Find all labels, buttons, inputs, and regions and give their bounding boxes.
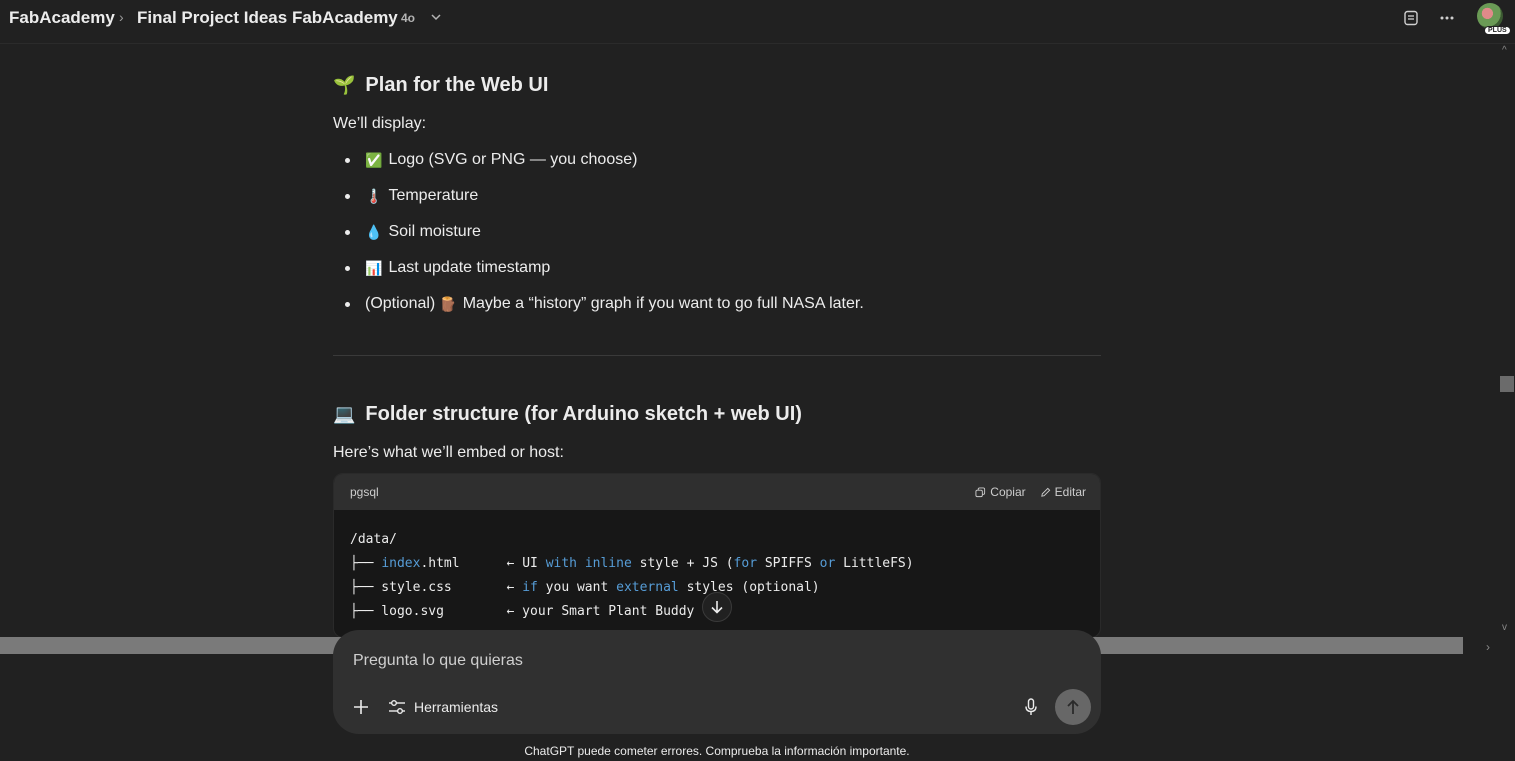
microphone-icon [1025, 698, 1037, 715]
header-divider [0, 43, 1515, 44]
breadcrumb-root[interactable]: FabAcademy [9, 8, 115, 28]
vertical-scrollbar-thumb[interactable] [1500, 376, 1514, 392]
section-heading-text: Folder structure (for Arduino sketch + w… [365, 403, 802, 425]
section-heading-text: Plan for the Web UI [365, 74, 549, 96]
microphone-button[interactable] [1020, 696, 1042, 718]
seedling-icon: 🌱 [333, 75, 356, 95]
more-icon[interactable] [1438, 9, 1456, 27]
plan-badge: PLUS [1484, 26, 1511, 35]
section-intro: Here’s what we’ll embed or host: [333, 444, 564, 461]
scroll-up-icon[interactable]: ^ [1502, 45, 1507, 56]
tools-button[interactable]: Herramientas [388, 696, 498, 718]
code-line: /data/ [350, 532, 397, 547]
arrow-up-icon [1067, 699, 1079, 714]
code-header: pgsql Copiar Editar [334, 474, 1100, 510]
pencil-icon [1040, 487, 1050, 497]
list-item: 📊 Last update timestamp [333, 250, 864, 286]
list-item-text: Logo (SVG or PNG — you choose) [388, 151, 638, 168]
project-title[interactable]: Final Project Ideas FabAcademy [137, 8, 398, 28]
list-item: ✅ Logo (SVG or PNG — you choose) [333, 142, 864, 178]
log-icon: 🪵 [439, 295, 457, 312]
chevron-down-icon[interactable] [430, 10, 442, 28]
prompt-input[interactable] [353, 652, 1053, 670]
droplet-icon: 💧 [365, 223, 383, 240]
section-divider [333, 355, 1101, 356]
code-highlight: for [733, 556, 758, 571]
scroll-to-bottom-button[interactable] [702, 592, 732, 622]
tools-label: Herramientas [414, 699, 499, 715]
add-attachment-button[interactable] [350, 696, 372, 718]
model-badge[interactable]: 4o [401, 11, 415, 25]
list-item: 💧 Soil moisture [333, 214, 864, 250]
code-line: ├── index.html ← UI with inline style + … [350, 556, 914, 571]
edit-button[interactable]: Editar [1040, 485, 1086, 499]
disclaimer: ChatGPT puede cometer errores. Comprueba… [524, 744, 910, 758]
composer: Herramientas [333, 630, 1101, 734]
laptop-icon: 💻 [333, 404, 356, 424]
scroll-right-icon[interactable]: › [1486, 640, 1490, 654]
section-heading-folder: 💻 Folder structure (for Arduino sketch +… [333, 403, 802, 426]
list-item-text: Temperature [388, 187, 479, 204]
sliders-icon [389, 700, 405, 714]
copy-label: Copiar [990, 485, 1026, 499]
code-highlight: with [545, 556, 577, 571]
checkmark-icon: ✅ [365, 151, 383, 168]
code-highlight: index [381, 556, 421, 571]
list-item-text: Maybe a “history” graph if you want to g… [462, 295, 864, 312]
copy-button[interactable]: Copiar [975, 485, 1026, 499]
code-highlight: external [616, 580, 679, 595]
code-highlight: inline [584, 556, 632, 571]
code-highlight: or [819, 556, 836, 571]
list-item-prefix: (Optional) [365, 295, 436, 312]
breadcrumb-separator: › [119, 9, 124, 25]
edit-label: Editar [1054, 485, 1086, 499]
copy-icon [975, 486, 986, 497]
scroll-down-icon[interactable]: v [1502, 622, 1507, 633]
list-item: (Optional) 🪵 Maybe a “history” graph if … [333, 286, 864, 322]
list-item-text: Soil moisture [388, 223, 481, 240]
section-heading-web-ui: 🌱 Plan for the Web UI [333, 74, 548, 97]
notes-icon[interactable] [1402, 9, 1420, 27]
bar-chart-icon: 📊 [365, 259, 383, 276]
display-list: ✅ Logo (SVG or PNG — you choose) 🌡️ Temp… [333, 142, 864, 322]
code-highlight: if [522, 580, 538, 595]
code-language: pgsql [350, 485, 379, 499]
list-item: 🌡️ Temperature [333, 178, 864, 214]
arrow-down-icon [711, 601, 723, 614]
section-intro: We’ll display: [333, 115, 427, 132]
plus-icon [354, 700, 368, 714]
code-actions: Copiar Editar [975, 474, 1086, 510]
thermometer-icon: 🌡️ [365, 187, 383, 204]
list-item-text: Last update timestamp [388, 259, 551, 276]
send-button[interactable] [1055, 689, 1091, 725]
top-bar: FabAcademy › Final Project Ideas FabAcad… [0, 0, 1515, 36]
